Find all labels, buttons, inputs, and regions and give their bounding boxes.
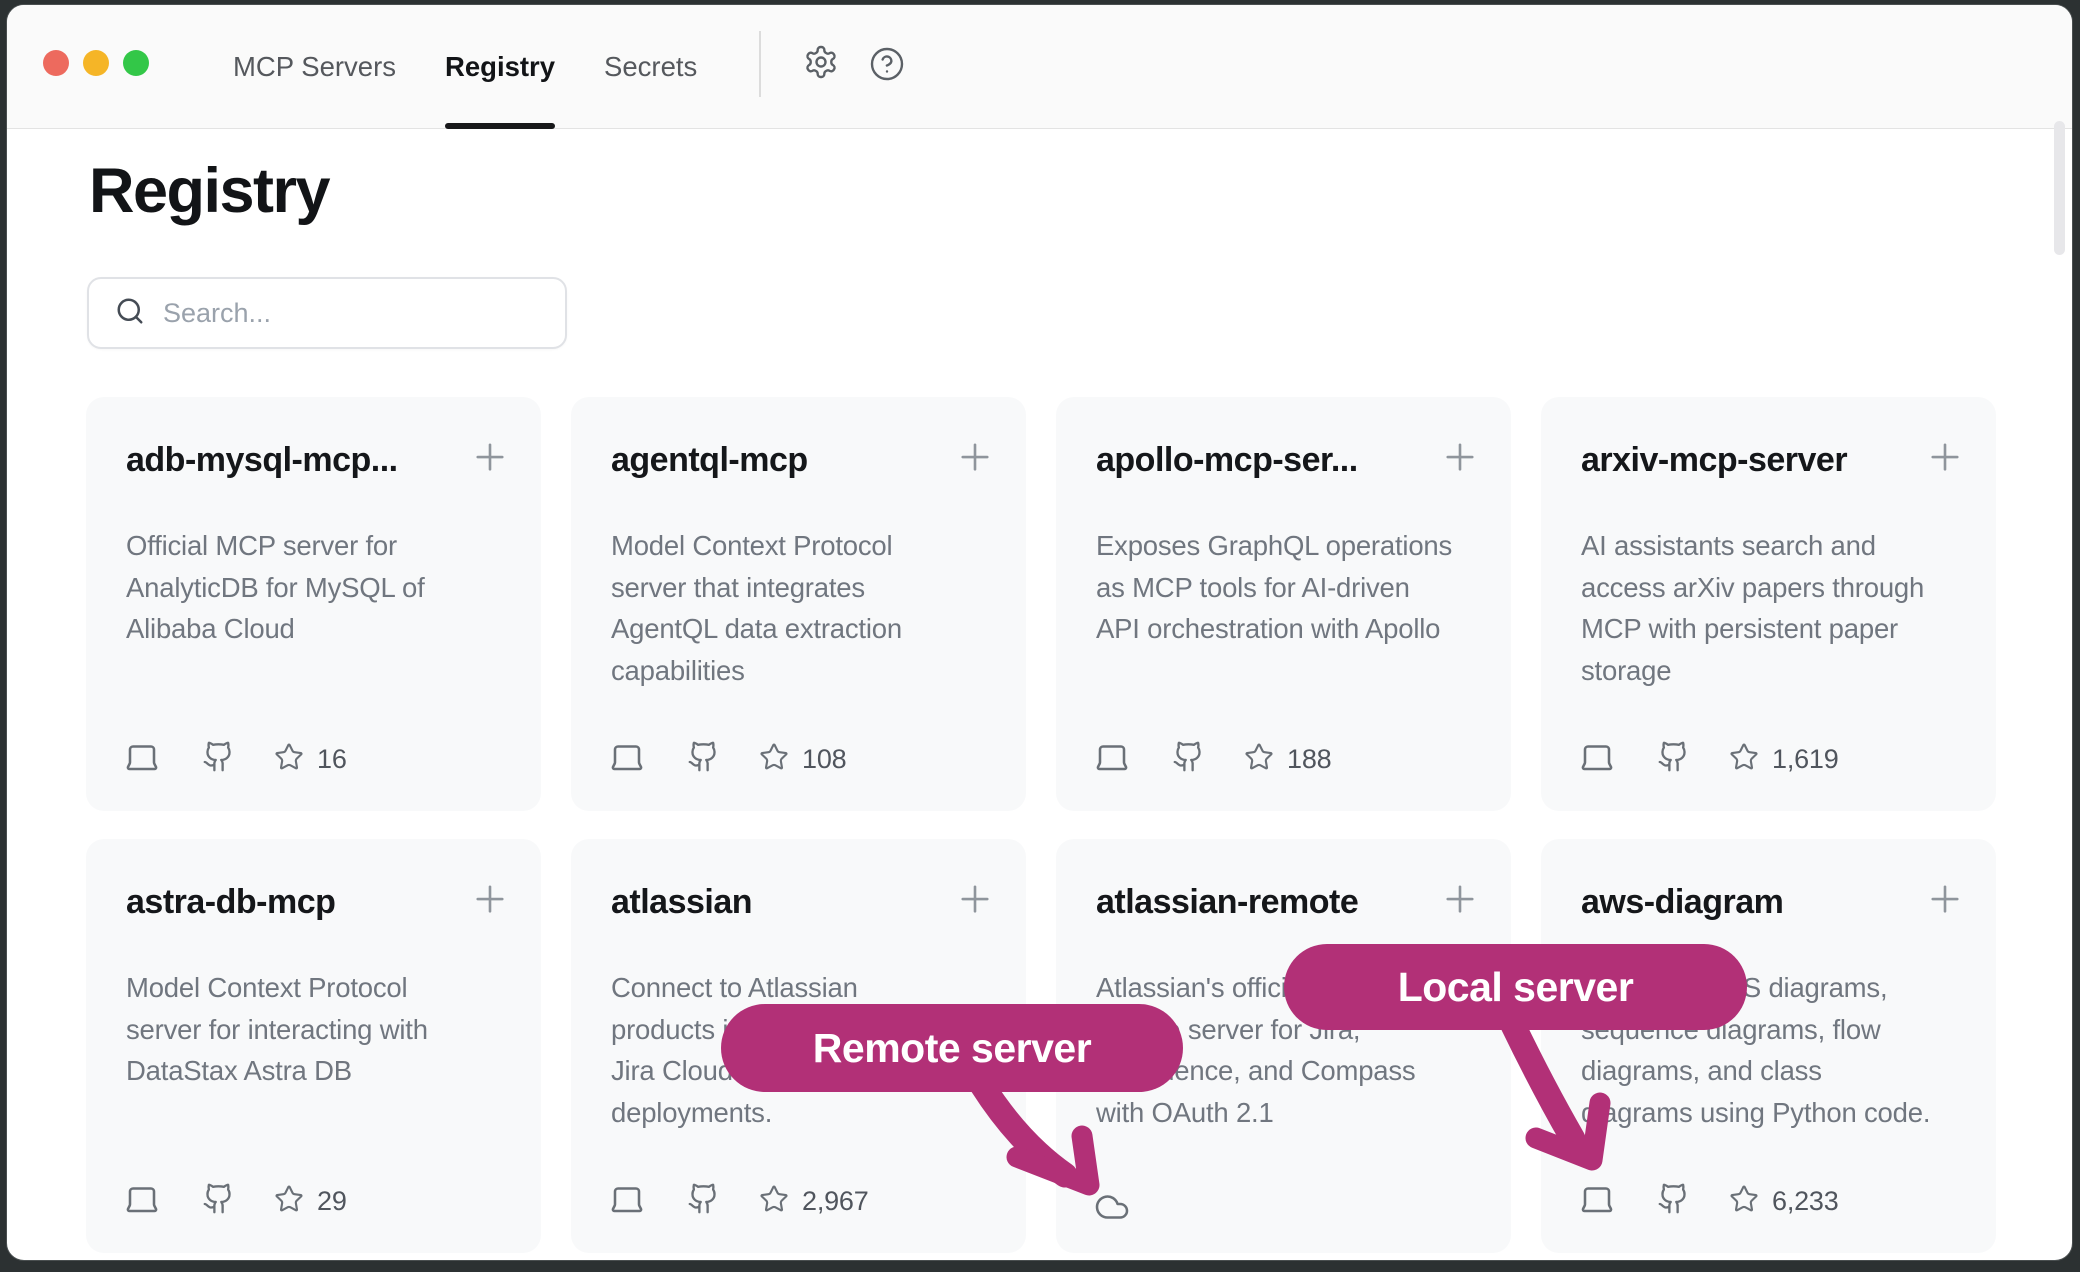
scrollbar-thumb[interactable]	[2054, 121, 2065, 255]
cloud-icon	[1094, 1173, 1130, 1230]
server-name: adb-mysql-mcp...	[126, 441, 398, 480]
tab-registry[interactable]: Registry	[445, 5, 555, 129]
add-server-button[interactable]	[952, 877, 998, 923]
server-description: Exposes GraphQL operationsas MCP tools f…	[1096, 525, 1452, 650]
plus-icon	[1924, 436, 1966, 481]
nav-tabs: MCP Servers Registry Secrets	[233, 5, 697, 129]
star-icon	[1205, 742, 1274, 777]
star-icon	[235, 1184, 304, 1219]
add-server-button[interactable]	[1922, 877, 1968, 923]
server-card-adb-mysql-mcp[interactable]: adb-mysql-mcp... Official MCP server for…	[86, 397, 541, 811]
search-icon	[89, 296, 145, 331]
tab-secrets[interactable]: Secrets	[604, 5, 697, 129]
server-description: Official MCP server forAnalyticDB for My…	[126, 525, 425, 650]
star-count: 6,233	[1772, 1186, 1839, 1217]
traffic-lights	[43, 50, 149, 76]
server-name: aws-diagram	[1581, 883, 1783, 922]
add-server-button[interactable]	[1437, 435, 1483, 481]
gear-icon	[803, 44, 839, 83]
add-server-button[interactable]	[952, 435, 998, 481]
github-icon	[1615, 740, 1690, 778]
search-box	[87, 277, 567, 349]
laptop-icon	[1579, 1181, 1615, 1222]
server-card-apollo-mcp-server[interactable]: apollo-mcp-ser... Exposes GraphQL operat…	[1056, 397, 1511, 811]
server-name: agentql-mcp	[611, 441, 808, 480]
star-icon	[235, 742, 304, 777]
help-button[interactable]	[865, 43, 909, 87]
github-icon	[645, 740, 720, 778]
toolbar-divider	[759, 31, 761, 97]
server-meta: 29	[124, 1181, 347, 1221]
server-name: atlassian	[611, 883, 752, 922]
minimize-button[interactable]	[83, 50, 109, 76]
server-card-agentql-mcp[interactable]: agentql-mcp Model Context Protocolserver…	[571, 397, 1026, 811]
add-server-button[interactable]	[467, 877, 513, 923]
github-icon	[160, 740, 235, 778]
github-icon	[160, 1182, 235, 1220]
add-server-button[interactable]	[1437, 877, 1483, 923]
laptop-icon	[609, 739, 645, 780]
server-grid: adb-mysql-mcp... Official MCP server for…	[86, 397, 1996, 1253]
page-title: Registry	[89, 155, 329, 227]
server-meta: 16	[124, 739, 347, 779]
star-icon	[1690, 742, 1759, 777]
star-count: 188	[1287, 744, 1331, 775]
star-count: 16	[317, 744, 347, 775]
remote-server-callout: Remote server	[721, 1004, 1183, 1092]
server-name: atlassian-remote	[1096, 883, 1358, 922]
star-count: 2,967	[802, 1186, 869, 1217]
server-name: apollo-mcp-ser...	[1096, 441, 1358, 480]
server-meta: 108	[609, 739, 846, 779]
server-name: astra-db-mcp	[126, 883, 335, 922]
star-count: 1,619	[1772, 744, 1839, 775]
server-card-aws-diagram[interactable]: aws-diagram Generate AWS diagrams,sequen…	[1541, 839, 1996, 1253]
add-server-button[interactable]	[1922, 435, 1968, 481]
star-icon	[1690, 1184, 1759, 1219]
server-description: AI assistants search andaccess arXiv pap…	[1581, 525, 1924, 691]
plus-icon	[469, 436, 511, 481]
tab-mcp-servers[interactable]: MCP Servers	[233, 5, 396, 129]
server-name: arxiv-mcp-server	[1581, 441, 1847, 480]
laptop-icon	[124, 1181, 160, 1222]
server-card-arxiv-mcp-server[interactable]: arxiv-mcp-server AI assistants search an…	[1541, 397, 1996, 811]
plus-icon	[954, 436, 996, 481]
star-count: 29	[317, 1186, 347, 1217]
plus-icon	[469, 878, 511, 923]
server-meta: 1,619	[1579, 739, 1839, 779]
server-meta: 188	[1094, 739, 1331, 779]
add-server-button[interactable]	[467, 435, 513, 481]
search-input[interactable]	[163, 298, 543, 329]
laptop-icon	[124, 739, 160, 780]
laptop-icon	[609, 1181, 645, 1222]
app-window: MCP Servers Registry Secrets Registry ad…	[6, 4, 2073, 1261]
settings-button[interactable]	[799, 41, 843, 85]
help-icon	[869, 46, 905, 85]
close-button[interactable]	[43, 50, 69, 76]
server-card-astra-db-mcp[interactable]: astra-db-mcp Model Context Protocolserve…	[86, 839, 541, 1253]
github-icon	[1615, 1182, 1690, 1220]
github-icon	[1130, 740, 1205, 778]
plus-icon	[954, 878, 996, 923]
star-count: 108	[802, 744, 846, 775]
star-icon	[720, 742, 789, 777]
star-icon	[720, 1184, 789, 1219]
server-description: Model Context Protocolserver for interac…	[126, 967, 428, 1092]
server-meta: 6,233	[1579, 1181, 1839, 1221]
plus-icon	[1439, 436, 1481, 481]
server-meta: 2,967	[609, 1181, 869, 1221]
laptop-icon	[1094, 739, 1130, 780]
server-meta	[1094, 1181, 1130, 1221]
laptop-icon	[1579, 739, 1615, 780]
title-bar: MCP Servers Registry Secrets	[7, 5, 2072, 129]
zoom-button[interactable]	[123, 50, 149, 76]
plus-icon	[1439, 878, 1481, 923]
plus-icon	[1924, 878, 1966, 923]
local-server-callout: Local server	[1284, 944, 1747, 1030]
github-icon	[645, 1182, 720, 1220]
server-description: Model Context Protocolserver that integr…	[611, 525, 902, 691]
